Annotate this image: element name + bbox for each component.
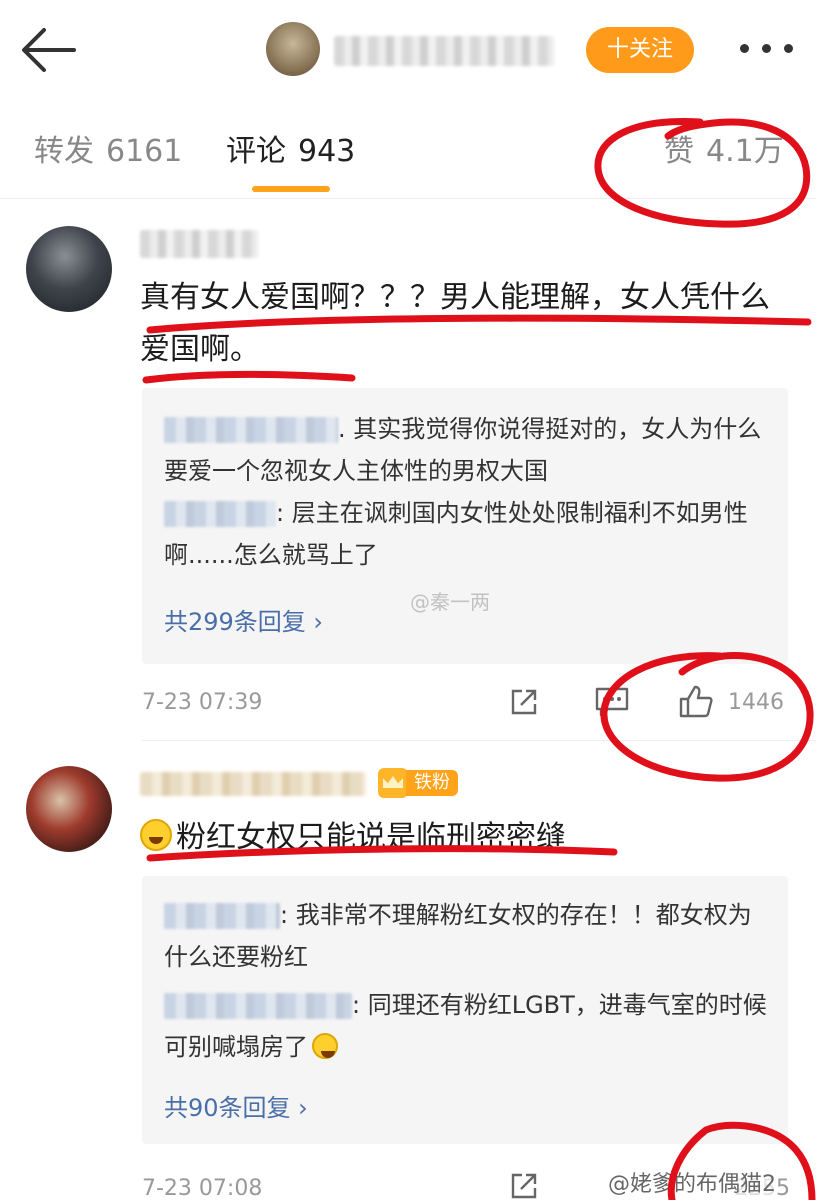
weibo-watermark: @姥爹的布偶猫2 [608,1166,776,1198]
sweat-smile-emoji-icon [312,1033,338,1059]
tab-reposts-label: 转发 [34,134,94,169]
reply-author-blurred[interactable] [164,417,338,443]
commenter-name-blurred[interactable] [140,772,366,796]
crown-icon [378,768,408,798]
reply-author-blurred[interactable] [164,903,280,929]
tab-likes[interactable]: 赞 4.1万 [664,132,784,172]
comment-text: 粉红女权只能说是临刑密密缝 [140,812,780,864]
commenter-avatar[interactable] [26,226,112,312]
comment-timestamp: 7-23 07:39 [142,690,263,715]
top-bar: 十关注 [0,0,816,101]
tab-bar: 转发 6161 评论 943 赞 4.1万 [0,100,816,199]
poster-name-blurred[interactable] [334,36,554,66]
tab-comments-count: 943 [298,134,356,169]
comment-icon[interactable] [594,686,630,718]
share-icon[interactable] [508,686,540,718]
reply-item[interactable]: : 层主在讽刺国内女性处处限制福利不如男性啊......怎么就骂上了 [164,492,770,576]
follow-button[interactable]: 十关注 [586,27,694,73]
fan-badge-label: 铁粉 [406,770,458,796]
reply-item[interactable]: . 其实我觉得你说得挺对的，女人为什么要爱一个忽视女人主体性的男权大国 [164,408,770,492]
tab-reposts-count: 6161 [106,134,183,169]
poster-avatar[interactable] [266,22,320,76]
commenter-name-blurred[interactable] [140,230,258,258]
tab-comments-label: 评论 [226,134,286,169]
tab-likes-count: 4.1万 [706,134,784,169]
comment-divider [142,740,816,741]
reply-author-blurred[interactable] [164,993,352,1019]
reply-preview-box[interactable]: : 我非常不理解粉红女权的存在！！都女权为什么还要粉红 : 同理还有粉红LGBT… [142,876,788,1144]
weibo-watermark: @秦一两 [410,590,490,614]
commenter-avatar[interactable] [26,766,112,852]
comment-text: 真有女人爱国啊？？？男人能理解，女人凭什么爱国啊。 [140,280,770,367]
like-count: 1446 [728,690,784,715]
back-arrow-icon[interactable] [18,26,78,74]
tab-reposts[interactable]: 转发 6161 [34,132,182,172]
like-thumb-icon[interactable] [678,684,714,718]
share-icon[interactable] [508,1170,540,1202]
active-tab-indicator [252,186,330,192]
comment-text-content: 粉红女权只能说是临刑密密缝 [176,820,566,855]
tab-likes-label: 赞 [664,134,694,169]
more-options-icon[interactable] [740,44,796,56]
view-all-replies-link[interactable]: 共299条回复 › [164,602,323,642]
view-all-replies-link[interactable]: 共90条回复 › [164,1088,308,1128]
reply-preview-box[interactable]: . 其实我觉得你说得挺对的，女人为什么要爱一个忽视女人主体性的男权大国 : 层主… [142,388,788,664]
reply-author-blurred[interactable] [164,501,276,527]
reply-item[interactable]: : 我非常不理解粉红女权的存在！！都女权为什么还要粉红 [164,894,770,978]
sweat-smile-emoji-icon [140,819,172,851]
tab-comments[interactable]: 评论 943 [226,132,355,172]
reply-item[interactable]: : 同理还有粉红LGBT，进毒气室的时候可别喊塌房了 [164,984,770,1068]
